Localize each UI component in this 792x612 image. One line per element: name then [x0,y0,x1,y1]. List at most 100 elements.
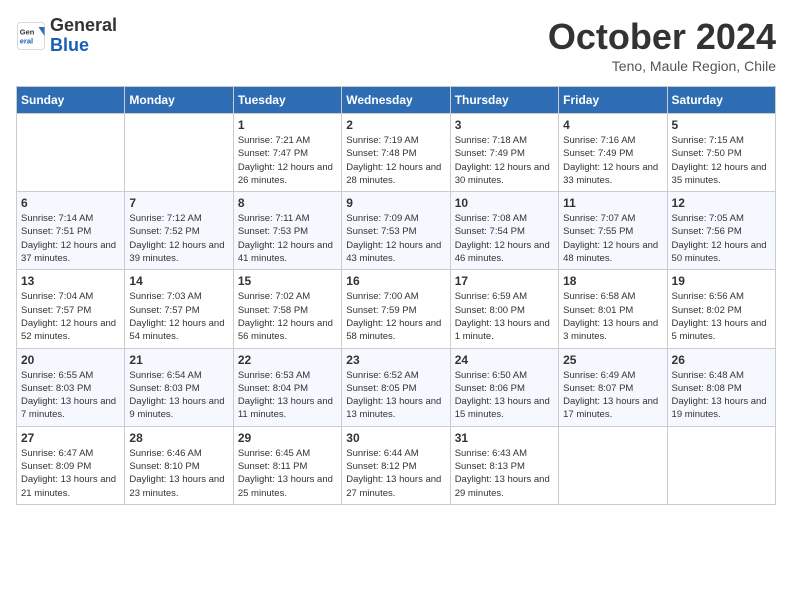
calendar-cell: 26Sunrise: 6:48 AM Sunset: 8:08 PM Dayli… [667,348,775,426]
day-info: Sunrise: 7:03 AM Sunset: 7:57 PM Dayligh… [129,290,228,343]
day-number: 11 [563,196,662,210]
calendar-cell: 19Sunrise: 6:56 AM Sunset: 8:02 PM Dayli… [667,270,775,348]
day-number: 14 [129,274,228,288]
day-info: Sunrise: 6:59 AM Sunset: 8:00 PM Dayligh… [455,290,554,343]
calendar-cell: 23Sunrise: 6:52 AM Sunset: 8:05 PM Dayli… [342,348,450,426]
day-info: Sunrise: 7:12 AM Sunset: 7:52 PM Dayligh… [129,212,228,265]
day-number: 24 [455,353,554,367]
day-number: 25 [563,353,662,367]
svg-text:Gen: Gen [20,27,35,36]
day-info: Sunrise: 6:55 AM Sunset: 8:03 PM Dayligh… [21,369,120,422]
logo: Gen eral General Blue [16,16,117,56]
logo-icon: Gen eral [16,21,46,51]
calendar-cell [667,426,775,504]
day-number: 9 [346,196,445,210]
calendar-cell: 22 Sunrise: 6:53 AM Sunset: 8:04 PM Dayli… [233,348,341,426]
day-number: 13 [21,274,120,288]
calendar-cell: 25 Sunrise: 6:49 AM Sunset: 8:07 PM Dayli… [559,348,667,426]
calendar-cell: 10 Sunrise: 7:08 AM Sunset: 7:54 PM Dayli… [450,192,558,270]
day-info: Sunrise: 6:56 AM Sunset: 8:02 PM Dayligh… [672,290,771,343]
day-info: Sunrise: 7:15 AM Sunset: 7:50 PM Dayligh… [672,134,771,187]
calendar-cell: 27Sunrise: 6:47 AM Sunset: 8:09 PM Dayli… [17,426,125,504]
calendar-cell: 13Sunrise: 7:04 AM Sunset: 7:57 PM Dayli… [17,270,125,348]
calendar-cell: 24Sunrise: 6:50 AM Sunset: 8:06 PM Dayli… [450,348,558,426]
calendar-cell: 3Sunrise: 7:18 AM Sunset: 7:49 PM Daylig… [450,114,558,192]
day-info: Sunrise: 6:52 AM Sunset: 8:05 PM Dayligh… [346,369,445,422]
day-number: 29 [238,431,337,445]
day-info: Sunrise: 6:44 AM Sunset: 8:12 PM Dayligh… [346,447,445,500]
day-info: Sunrise: 7:02 AM Sunset: 7:58 PM Dayligh… [238,290,337,343]
day-number: 30 [346,431,445,445]
day-header-monday: Monday [125,87,233,114]
month-title: October 2024 [548,16,776,58]
week-row-4: 20Sunrise: 6:55 AM Sunset: 8:03 PM Dayli… [17,348,776,426]
calendar-cell: 31Sunrise: 6:43 AM Sunset: 8:13 PM Dayli… [450,426,558,504]
day-info: Sunrise: 7:08 AM Sunset: 7:54 PM Dayligh… [455,212,554,265]
day-info: Sunrise: 6:45 AM Sunset: 8:11 PM Dayligh… [238,447,337,500]
calendar-cell: 20Sunrise: 6:55 AM Sunset: 8:03 PM Dayli… [17,348,125,426]
day-number: 6 [21,196,120,210]
day-info: Sunrise: 7:18 AM Sunset: 7:49 PM Dayligh… [455,134,554,187]
calendar-cell: 15 Sunrise: 7:02 AM Sunset: 7:58 PM Dayli… [233,270,341,348]
svg-text:eral: eral [20,36,33,45]
day-number: 15 [238,274,337,288]
day-number: 22 [238,353,337,367]
day-number: 26 [672,353,771,367]
calendar-cell: 5 Sunrise: 7:15 AM Sunset: 7:50 PM Daylig… [667,114,775,192]
day-number: 8 [238,196,337,210]
calendar-cell: 17 Sunrise: 6:59 AM Sunset: 8:00 PM Dayli… [450,270,558,348]
day-number: 10 [455,196,554,210]
day-info: Sunrise: 7:14 AM Sunset: 7:51 PM Dayligh… [21,212,120,265]
calendar-cell: 14 Sunrise: 7:03 AM Sunset: 7:57 PM Dayli… [125,270,233,348]
calendar-cell: 29 Sunrise: 6:45 AM Sunset: 8:11 PM Dayli… [233,426,341,504]
day-number: 1 [238,118,337,132]
calendar-body: 1Sunrise: 7:21 AM Sunset: 7:47 PM Daylig… [17,114,776,505]
calendar-table: SundayMondayTuesdayWednesdayThursdayFrid… [16,86,776,505]
day-number: 7 [129,196,228,210]
calendar-cell: 1Sunrise: 7:21 AM Sunset: 7:47 PM Daylig… [233,114,341,192]
logo-text: General Blue [50,16,117,56]
page-header: Gen eral General Blue October 2024 Teno,… [16,16,776,74]
week-row-2: 6 Sunrise: 7:14 AM Sunset: 7:51 PM Daylig… [17,192,776,270]
day-info: Sunrise: 7:00 AM Sunset: 7:59 PM Dayligh… [346,290,445,343]
calendar-cell: 21Sunrise: 6:54 AM Sunset: 8:03 PM Dayli… [125,348,233,426]
day-header-tuesday: Tuesday [233,87,341,114]
day-info: Sunrise: 7:05 AM Sunset: 7:56 PM Dayligh… [672,212,771,265]
calendar-cell: 9 Sunrise: 7:09 AM Sunset: 7:53 PM Daylig… [342,192,450,270]
day-number: 4 [563,118,662,132]
calendar-cell [17,114,125,192]
day-number: 17 [455,274,554,288]
day-number: 16 [346,274,445,288]
week-row-5: 27Sunrise: 6:47 AM Sunset: 8:09 PM Dayli… [17,426,776,504]
day-number: 31 [455,431,554,445]
title-block: October 2024 Teno, Maule Region, Chile [548,16,776,74]
day-number: 5 [672,118,771,132]
calendar-cell: 8 Sunrise: 7:11 AM Sunset: 7:53 PM Daylig… [233,192,341,270]
calendar-cell: 18 Sunrise: 6:58 AM Sunset: 8:01 PM Dayli… [559,270,667,348]
day-number: 18 [563,274,662,288]
day-info: Sunrise: 6:46 AM Sunset: 8:10 PM Dayligh… [129,447,228,500]
calendar-cell [559,426,667,504]
day-number: 2 [346,118,445,132]
logo-blue-text: Blue [50,36,117,56]
calendar-cell: 30 Sunrise: 6:44 AM Sunset: 8:12 PM Dayli… [342,426,450,504]
week-row-1: 1Sunrise: 7:21 AM Sunset: 7:47 PM Daylig… [17,114,776,192]
day-info: Sunrise: 6:49 AM Sunset: 8:07 PM Dayligh… [563,369,662,422]
logo-general-text: General [50,16,117,36]
day-info: Sunrise: 7:11 AM Sunset: 7:53 PM Dayligh… [238,212,337,265]
calendar-cell: 28Sunrise: 6:46 AM Sunset: 8:10 PM Dayli… [125,426,233,504]
calendar-cell: 6 Sunrise: 7:14 AM Sunset: 7:51 PM Daylig… [17,192,125,270]
days-of-week-row: SundayMondayTuesdayWednesdayThursdayFrid… [17,87,776,114]
day-header-friday: Friday [559,87,667,114]
day-number: 27 [21,431,120,445]
day-info: Sunrise: 6:53 AM Sunset: 8:04 PM Dayligh… [238,369,337,422]
day-header-wednesday: Wednesday [342,87,450,114]
day-header-thursday: Thursday [450,87,558,114]
calendar-cell: 12Sunrise: 7:05 AM Sunset: 7:56 PM Dayli… [667,192,775,270]
location-text: Teno, Maule Region, Chile [548,58,776,74]
calendar-cell: 2Sunrise: 7:19 AM Sunset: 7:48 PM Daylig… [342,114,450,192]
day-info: Sunrise: 7:09 AM Sunset: 7:53 PM Dayligh… [346,212,445,265]
calendar-cell: 7 Sunrise: 7:12 AM Sunset: 7:52 PM Daylig… [125,192,233,270]
day-info: Sunrise: 6:58 AM Sunset: 8:01 PM Dayligh… [563,290,662,343]
calendar-cell: 11Sunrise: 7:07 AM Sunset: 7:55 PM Dayli… [559,192,667,270]
